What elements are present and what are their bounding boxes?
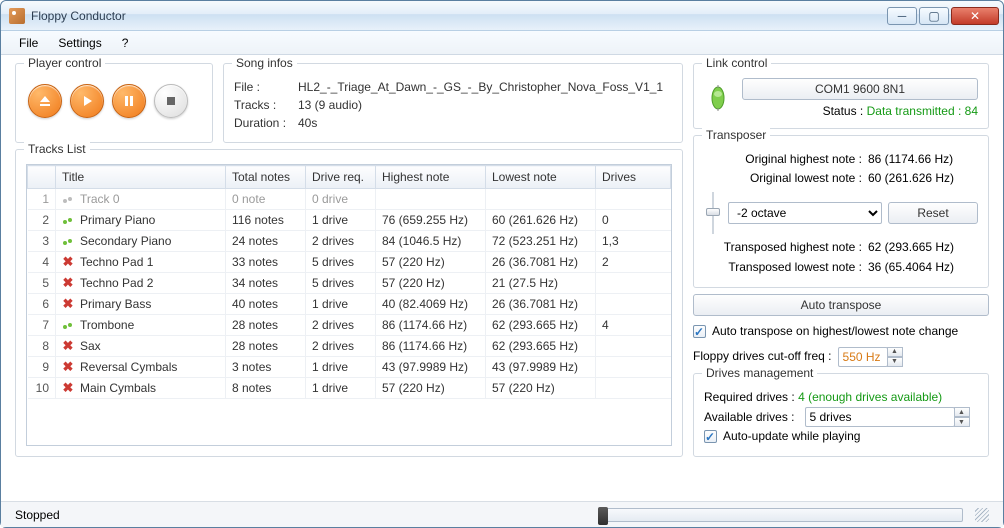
orig-high-label: Original highest note : [745,150,862,169]
menu-settings[interactable]: Settings [48,31,111,54]
app-icon [9,8,25,24]
available-input[interactable] [805,407,955,427]
status-text: Stopped [15,508,60,522]
col-lowest[interactable]: Lowest note [486,166,596,189]
player-control-group: Player control [15,63,213,143]
drives-legend: Drives management [702,366,817,380]
tracks-label: Tracks : [234,96,290,114]
titlebar: Floppy Conductor ─ ▢ ✕ [1,1,1003,31]
maximize-button[interactable]: ▢ [919,7,949,25]
file-label: File : [234,78,290,96]
auto-transpose-button[interactable]: Auto transpose [693,294,989,316]
x-icon: ✖ [62,277,74,289]
tracks-value: 13 (9 audio) [298,96,362,114]
col-total[interactable]: Total notes [226,166,306,189]
duration-value: 40s [298,114,317,132]
status-value: Data transmitted : 84 [867,104,978,118]
status-label: Status : [823,104,864,118]
duration-label: Duration : [234,114,290,132]
note-icon [62,235,74,247]
resize-grip[interactable] [975,508,989,522]
transposer-legend: Transposer [702,128,770,142]
octave-select[interactable]: -2 octave [728,202,882,224]
minimize-button[interactable]: ─ [887,7,917,25]
table-row[interactable]: 7Trombone28 notes2 drives86 (1174.66 Hz)… [28,315,671,336]
eject-button[interactable] [28,84,62,118]
x-icon: ✖ [62,298,74,310]
orig-low-value: 60 (261.626 Hz) [868,169,978,188]
note-icon [62,193,74,205]
table-row[interactable]: 1Track 00 note0 drive [28,189,671,210]
table-row[interactable]: 2Primary Piano116 notes1 drive76 (659.25… [28,210,671,231]
table-row[interactable]: 3Secondary Piano24 notes2 drives84 (1046… [28,231,671,252]
trans-high-value: 62 (293.665 Hz) [868,238,978,257]
note-icon [62,319,74,331]
col-num[interactable] [28,166,56,189]
play-button[interactable] [70,84,104,118]
file-value: HL2_-_Triage_At_Dawn_-_GS_-_By_Christoph… [298,78,663,96]
window-title: Floppy Conductor [31,9,885,23]
reset-button[interactable]: Reset [888,202,978,224]
table-row[interactable]: 6✖Primary Bass40 notes1 drive40 (82.4069… [28,294,671,315]
col-highest[interactable]: Highest note [376,166,486,189]
tracks-legend: Tracks List [24,142,90,156]
cutoff-down[interactable]: ▼ [887,357,903,367]
trans-low-value: 36 (65.4064 Hz) [868,258,978,277]
available-label: Available drives : [704,408,795,427]
trans-high-label: Transposed highest note : [724,238,862,257]
available-down[interactable]: ▼ [954,417,970,427]
menu-file[interactable]: File [9,31,48,54]
x-icon: ✖ [62,382,74,394]
x-icon: ✖ [62,361,74,373]
x-icon: ✖ [62,340,74,352]
close-button[interactable]: ✕ [951,7,999,25]
link-icon [704,84,732,112]
x-icon: ✖ [62,256,74,268]
table-row[interactable]: 8✖Sax28 notes2 drives86 (1174.66 Hz)62 (… [28,336,671,357]
cutoff-input[interactable] [838,347,888,367]
table-row[interactable]: 4✖Techno Pad 133 notes5 drives57 (220 Hz… [28,252,671,273]
link-control-group: Link control COM1 9600 8N1 Status : Data… [693,63,989,129]
drives-management-group: Drives management Required drives : 4 (e… [693,373,989,457]
autoupdate-checkbox[interactable] [704,430,717,443]
statusbar: Stopped [1,501,1003,527]
auto-transpose-checkbox[interactable] [693,325,706,338]
col-drives[interactable]: Drives [596,166,671,189]
transpose-slider[interactable] [704,192,722,234]
table-row[interactable]: 5✖Techno Pad 234 notes5 drives57 (220 Hz… [28,273,671,294]
orig-low-label: Original lowest note : [750,169,862,188]
col-drivereq[interactable]: Drive req. [306,166,376,189]
com-port-button[interactable]: COM1 9600 8N1 [742,78,978,100]
auto-transpose-label: Auto transpose on highest/lowest note ch… [712,322,958,341]
progress-thumb[interactable] [598,507,608,525]
menubar: File Settings ? [1,31,1003,55]
cutoff-label: Floppy drives cut-off freq : [693,347,832,366]
menu-help[interactable]: ? [112,31,139,54]
stop-button[interactable] [154,84,188,118]
pause-button[interactable] [112,84,146,118]
tracks-table[interactable]: Title Total notes Drive req. Highest not… [27,165,671,399]
note-icon [62,214,74,226]
autoupdate-label: Auto-update while playing [723,427,860,446]
trans-low-label: Transposed lowest note : [728,258,862,277]
tracks-list-group: Tracks List Title Total notes Drive req.… [15,149,683,457]
orig-high-value: 86 (1174.66 Hz) [868,150,978,169]
table-row[interactable]: 9✖Reversal Cymbals3 notes1 drive43 (97.9… [28,357,671,378]
col-title[interactable]: Title [56,166,226,189]
transposer-group: Transposer Original highest note :86 (11… [693,135,989,288]
song-legend: Song infos [232,56,297,70]
player-legend: Player control [24,56,105,70]
link-legend: Link control [702,56,771,70]
song-infos-group: Song infos File :HL2_-_Triage_At_Dawn_-_… [223,63,683,143]
table-row[interactable]: 10✖Main Cymbals8 notes1 drive57 (220 Hz)… [28,378,671,399]
required-value: 4 (enough drives available) [798,390,942,404]
progress-bar[interactable] [603,508,963,522]
required-label: Required drives : [704,390,795,404]
